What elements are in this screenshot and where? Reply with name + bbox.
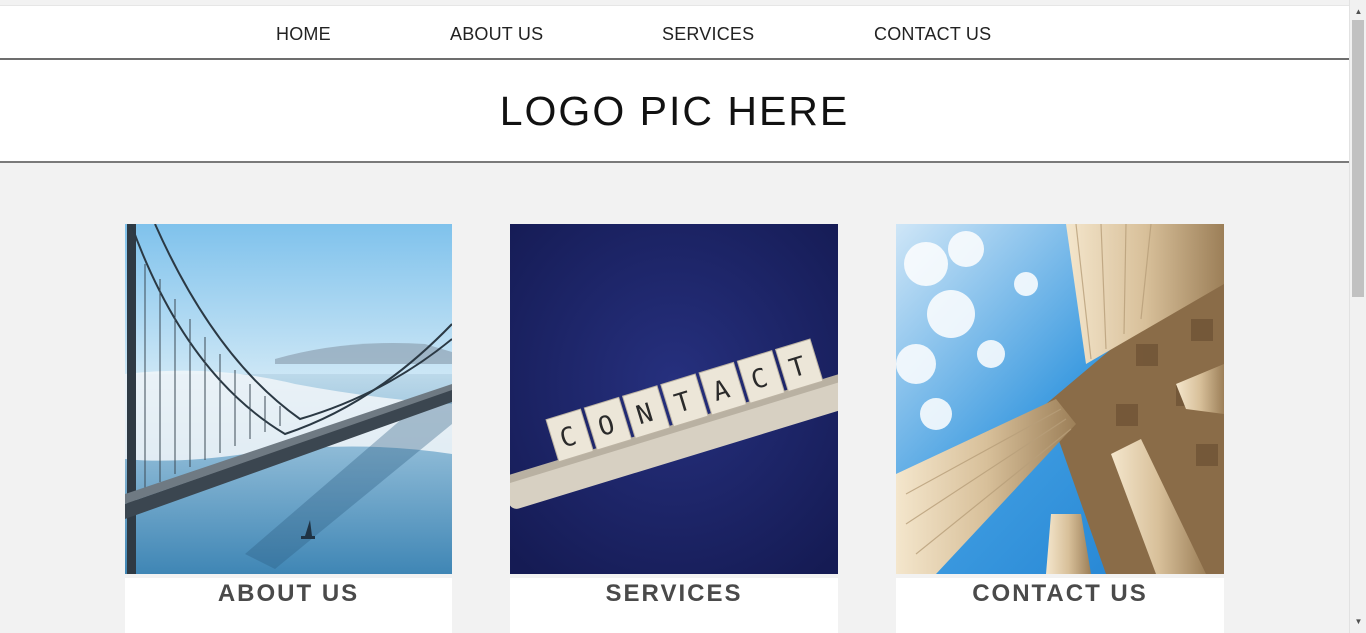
about-card[interactable]: ABOUT US bbox=[125, 224, 452, 633]
page: HOME ABOUT US SERVICES CONTACT US LOGO P… bbox=[0, 0, 1349, 633]
scroll-down-arrow-icon[interactable]: ▼ bbox=[1350, 613, 1366, 630]
nav-home-link[interactable]: HOME bbox=[276, 24, 331, 45]
top-nav: HOME ABOUT US SERVICES CONTACT US bbox=[0, 5, 1349, 60]
contact-card-caption: CONTACT US bbox=[896, 578, 1224, 633]
about-card-title[interactable]: ABOUT US bbox=[125, 580, 452, 608]
services-card-title[interactable]: SERVICES bbox=[510, 580, 838, 608]
scroll-thumb[interactable] bbox=[1352, 20, 1364, 297]
nav-services-link[interactable]: SERVICES bbox=[662, 24, 754, 45]
services-card-caption: SERVICES bbox=[510, 578, 838, 633]
scroll-up-arrow-icon[interactable]: ▲ bbox=[1350, 3, 1366, 20]
services-card[interactable]: C O N T A C T SERVICES bbox=[510, 224, 838, 633]
logo-placeholder[interactable]: LOGO PIC HERE bbox=[0, 88, 1349, 135]
nav-contact-link[interactable]: CONTACT US bbox=[874, 24, 991, 45]
scrabble-image[interactable]: C O N T A C T bbox=[510, 224, 838, 574]
contact-card-title[interactable]: CONTACT US bbox=[896, 580, 1224, 608]
about-card-caption: ABOUT US bbox=[125, 578, 452, 633]
nav-about-link[interactable]: ABOUT US bbox=[450, 24, 543, 45]
vertical-scrollbar[interactable]: ▲ ▼ bbox=[1349, 0, 1366, 633]
logo-band: LOGO PIC HERE bbox=[0, 60, 1349, 163]
contact-card[interactable]: CONTACT US bbox=[896, 224, 1224, 633]
bridge-image[interactable] bbox=[125, 224, 452, 574]
columns-image[interactable] bbox=[896, 224, 1224, 574]
